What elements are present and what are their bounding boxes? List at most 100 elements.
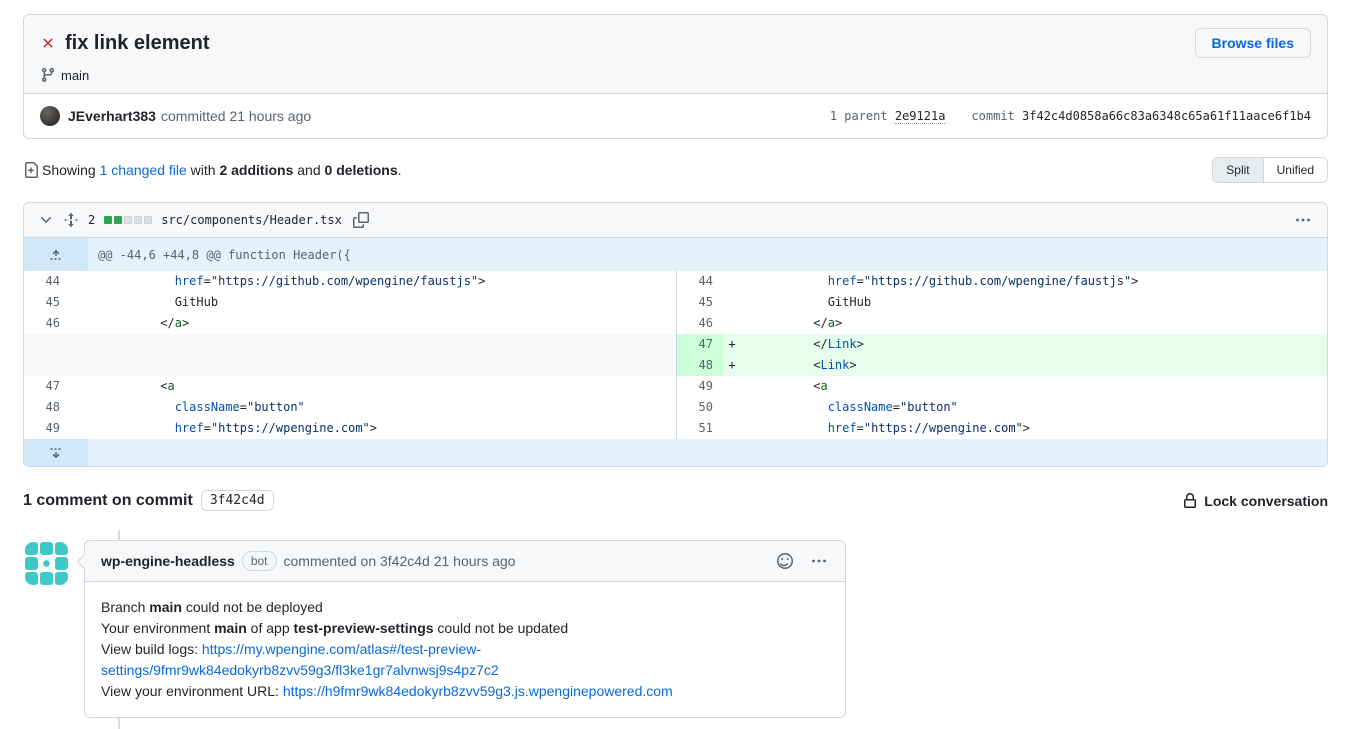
diffstat-neutral-square [144,216,152,224]
commit-meta: JEverhart383 committed 21 hours ago 1 pa… [24,94,1327,138]
browse-files-button[interactable]: Browse files [1195,28,1311,58]
comment-kebab-menu-icon[interactable] [809,551,829,571]
comment-text: of app [247,620,294,636]
diff-line: 46 </a> [677,313,1327,334]
line-number[interactable]: 50 [677,397,723,418]
code-text: href="https://wpengine.com"> [88,418,676,439]
collapse-chevron-down-icon[interactable] [38,212,54,228]
code-text [88,334,676,355]
diff-card: 2 src/components/Header.tsx @@ -44,6 +44… [23,202,1328,467]
code-text: className="button" [741,397,1327,418]
lock-conversation-button[interactable]: Lock conversation [1182,493,1328,509]
emoji-reaction-icon[interactable] [775,551,795,571]
split-diff: 44 href="https://github.com/wpengine/fau… [24,271,1327,439]
line-number[interactable]: 49 [24,418,70,439]
diff-sign [723,313,741,334]
commit-author[interactable]: JEverhart383 [68,108,156,124]
file-kebab-menu-icon[interactable] [1293,210,1313,230]
line-number[interactable]: 44 [24,271,70,292]
diff-sign [723,418,741,439]
page: fix link element Browse files main JEver… [23,14,1328,718]
summary-additions: 2 additions [219,162,293,178]
code-text [88,355,676,376]
diff-sign [70,397,88,418]
comments-heading-sha[interactable]: 3f42c4d [201,490,274,511]
line-number[interactable]: 47 [24,376,70,397]
line-number[interactable]: 49 [677,376,723,397]
comment-text: test-preview-settings [294,620,434,636]
code-text: href="https://github.com/wpengine/faustj… [741,271,1327,292]
comment: wp-engine-headless bot commented on 3f42… [23,540,1328,718]
diff-line: 50 className="button" [677,397,1327,418]
summary-prefix: Showing [42,162,100,178]
copy-path-button[interactable] [351,210,371,230]
diff-line: 49 <a [677,376,1327,397]
line-number [24,334,70,355]
diff-left-column: 44 href="https://github.com/wpengine/fau… [24,271,676,439]
comment-text-line: Branch main could not be deployed [101,597,829,618]
comment-text-line: View your environment URL: https://h9fmr… [101,681,829,702]
parent-label: 1 parent [830,109,888,123]
commit-status-x-icon [40,35,56,51]
commit-title: fix link element [65,32,210,55]
line-number[interactable]: 45 [677,292,723,313]
diff-line [24,355,676,376]
comment-author[interactable]: wp-engine-headless [101,553,235,569]
code-text: <Link> [741,355,1327,376]
comment-caret [76,554,92,570]
changed-files-link[interactable]: 1 changed file [100,162,187,178]
line-number[interactable]: 45 [24,292,70,313]
comments-section: 1 comment on commit 3f42c4d Lock convers… [23,490,1328,718]
branch-name[interactable]: main [61,68,89,83]
comment-text: Branch [101,599,149,615]
unified-view-button[interactable]: Unified [1263,158,1327,182]
comment-text: View your environment URL: [101,683,283,699]
diff-sign [723,376,741,397]
lock-icon [1182,493,1198,509]
diff-sign: + [723,334,741,355]
code-text: GitHub [88,292,676,313]
line-number[interactable]: 51 [677,418,723,439]
file-path[interactable]: src/components/Header.tsx [161,213,342,227]
diff-sign [70,271,88,292]
git-branch-icon [40,67,56,83]
comment-text: could not be deployed [182,599,323,615]
file-diff-icon [23,162,39,178]
diff-line: 48 className="button" [24,397,676,418]
diff-sign [70,334,88,355]
diff-sign [723,397,741,418]
expand-bottom-row [24,439,1327,466]
line-number [24,355,70,376]
diffstat-neutral-square [134,216,142,224]
line-number[interactable]: 44 [677,271,723,292]
diff-line: 44 href="https://github.com/wpengine/fau… [677,271,1327,292]
comment-text: Your environment [101,620,214,636]
diff-line: 51 href="https://wpengine.com"> [677,418,1327,439]
parent-sha[interactable]: 2e9121a [895,109,946,124]
author-avatar[interactable] [40,106,60,126]
line-number[interactable]: 48 [677,355,723,376]
code-text: GitHub [741,292,1327,313]
diff-sign [70,292,88,313]
comment-box: wp-engine-headless bot commented on 3f42… [84,540,846,718]
code-text: </Link> [741,334,1327,355]
line-number[interactable]: 46 [24,313,70,334]
diff-summary: Showing 1 changed file with 2 additions … [23,156,1328,184]
line-number[interactable]: 46 [677,313,723,334]
comment-link[interactable]: https://h9fmr9wk84edokyrb8zvv59g3.js.wpe… [283,683,673,699]
code-text: href="https://wpengine.com"> [741,418,1327,439]
line-number[interactable]: 48 [24,397,70,418]
comments-heading: 1 comment on commit 3f42c4d [23,490,274,511]
expand-down-icon[interactable] [24,439,88,466]
grabber-move-icon[interactable] [63,212,79,228]
expand-up-icon[interactable] [24,238,88,271]
line-number[interactable]: 47 [677,334,723,355]
comment-text: main [214,620,247,636]
split-view-button[interactable]: Split [1213,158,1262,182]
hunk-header-row: @@ -44,6 +44,8 @@ function Header({ [24,238,1327,271]
comment-meta[interactable]: commented on 3f42c4d 21 hours ago [284,553,516,569]
commit-card: fix link element Browse files main JEver… [23,14,1328,139]
commit-action-text: committed 21 hours ago [161,108,311,124]
bot-badge: bot [242,551,277,571]
bot-avatar[interactable] [23,540,70,587]
